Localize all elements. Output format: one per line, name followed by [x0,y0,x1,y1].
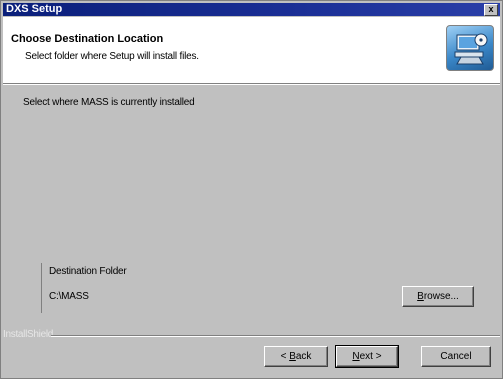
back-mnemonic: B [289,351,296,362]
browse-button[interactable]: Browse... [402,286,474,307]
next-mnemonic: N [352,351,360,362]
browse-mnemonic: B [417,291,424,302]
install-location-prompt: Select where MASS is currently installed [23,97,195,108]
back-label-rest: ack [295,351,312,362]
destination-folder-label: Destination Folder [49,266,127,277]
back-button[interactable]: < Back [264,346,328,367]
back-label-prefix: < [280,351,290,362]
header-panel: Choose Destination Location Select folde… [3,17,500,84]
setup-window: DXS Setup x Choose Destination Location … [0,0,503,379]
setup-computer-icon [446,25,494,71]
destination-path: C:\MASS [49,291,89,302]
page-subtitle: Select folder where Setup will install f… [25,51,199,62]
browse-label-rest: rowse... [423,291,459,302]
footer-divider [51,335,500,337]
header-divider [3,84,500,85]
window-title: DXS Setup [6,3,63,15]
installshield-brand: InstallShield [3,329,54,340]
close-icon: x [488,4,494,14]
next-button[interactable]: Next > [335,345,399,368]
cancel-button[interactable]: Cancel [421,346,491,367]
next-label-rest: ext > [359,351,382,362]
page-title: Choose Destination Location [11,33,164,45]
close-button[interactable]: x [484,4,498,16]
title-bar[interactable]: DXS Setup x [3,3,500,16]
